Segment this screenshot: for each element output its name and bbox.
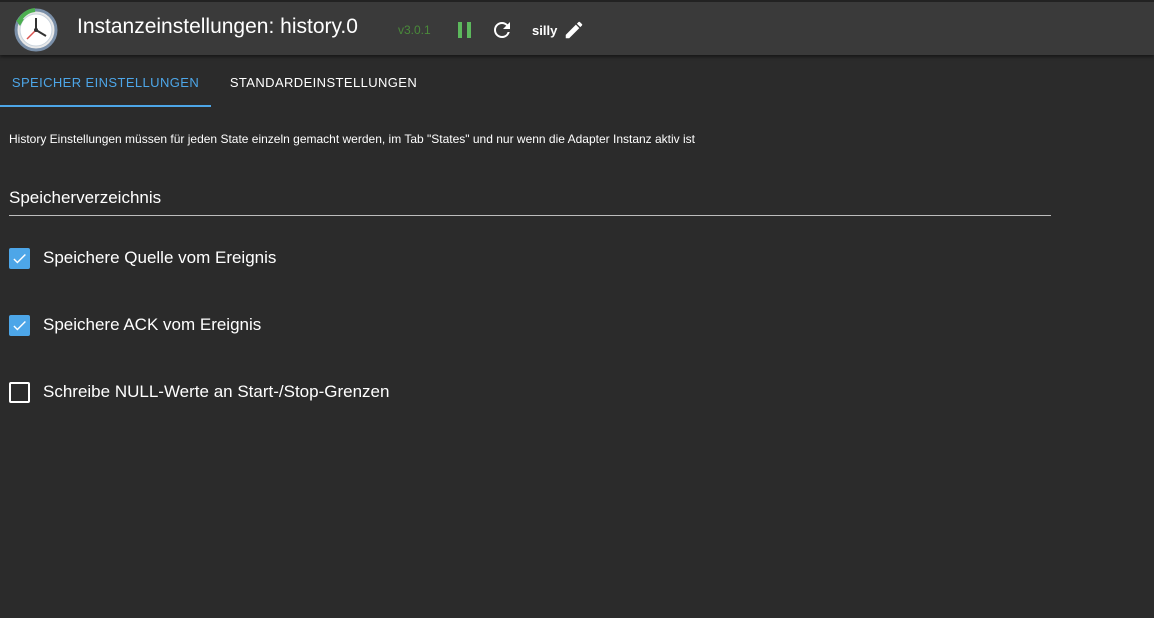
tab-storage-settings[interactable]: SPEICHER EINSTELLUNGEN [0,56,211,108]
checkbox-checked-icon[interactable] [9,314,30,336]
info-text: History Einstellungen müssen für jeden S… [9,132,696,146]
checkbox-label: Schreibe NULL-Werte an Start-/Stop-Grenz… [43,382,390,401]
section-title: Speicherverzeichnis [9,188,162,207]
reload-icon[interactable] [490,18,514,42]
pencil-icon[interactable] [563,19,585,41]
checkbox-label: Speichere Quelle vom Ereignis [43,248,277,267]
version-badge: v3.0.1 [398,23,431,37]
active-tab-indicator [0,105,211,107]
history-clock-icon [14,8,58,52]
checkbox-save-source[interactable]: Speichere Quelle vom Ereignis [9,246,276,270]
checkbox-label: Speichere ACK vom Ereignis [43,315,262,334]
pause-icon[interactable] [453,18,477,42]
page-title: Instanzeinstellungen: history.0 [77,15,358,38]
checkbox-write-null[interactable]: Schreibe NULL-Werte an Start-/Stop-Grenz… [9,380,389,404]
app-header: Instanzeinstellungen: history.0 v3.0.1 s… [0,0,1154,55]
checkbox-checked-icon[interactable] [9,247,30,269]
checkbox-unchecked-icon[interactable] [9,381,30,403]
instance-settings-page: Instanzeinstellungen: history.0 v3.0.1 s… [0,0,1154,618]
log-level-label[interactable]: silly [532,23,557,38]
checkbox-save-ack[interactable]: Speichere ACK vom Ereignis [9,313,261,337]
tab-default-settings[interactable]: STANDARDEINSTELLUNGEN [211,56,436,108]
section-divider [9,215,1051,216]
